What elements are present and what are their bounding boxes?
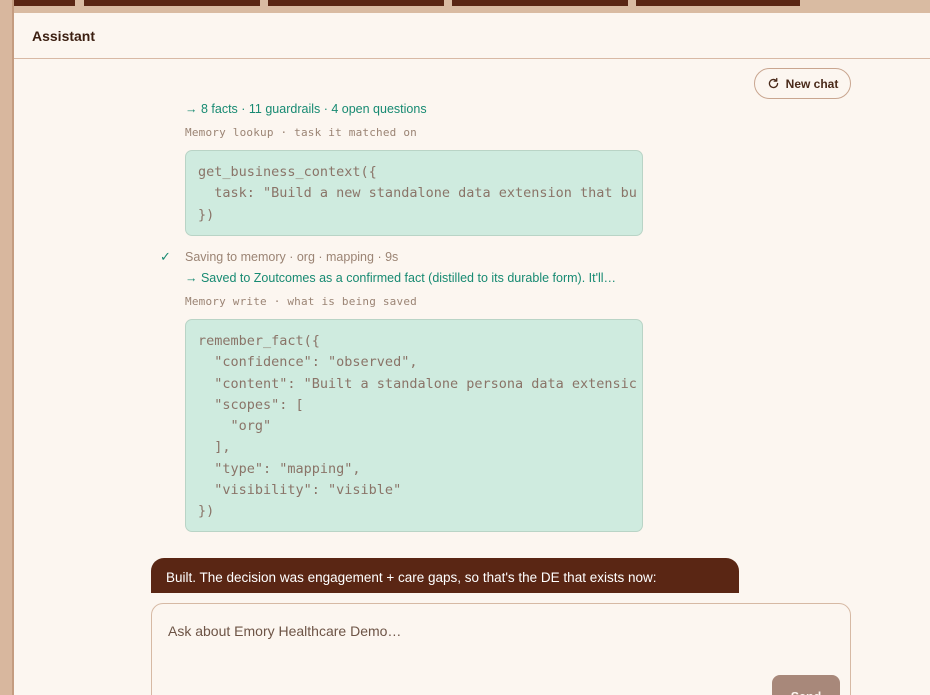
code-line: "confidence": "observed", [198,354,418,371]
save-result: → Saved to Zoutcomes as a confirmed fact… [185,271,617,285]
assistant-panel: Assistant New chat → 8 facts · 11 guardr… [14,13,930,695]
refresh-icon [768,77,778,89]
code-line: }) [198,206,215,223]
code-line: "scopes": [ [198,396,304,413]
code-line: "type": "mapping", [198,460,361,477]
lookup-label: Memory lookup · task it matched on [185,126,417,139]
code-line: remember_fact({ [198,333,320,349]
code-line: "visibility": "visible" [198,482,402,499]
chat-input[interactable] [168,620,808,642]
code-line: "content": "Built a standalone persona d… [198,375,637,392]
top-tab[interactable] [452,0,628,6]
saving-status: Saving to memory · org · mapping · 9s [185,250,399,264]
code-line: "org" [198,418,272,435]
top-tab[interactable] [268,0,444,6]
code-line: task: "Build a new standalone data exten… [198,185,637,202]
lookup-result: → 8 facts · 11 guardrails · 4 open quest… [185,102,427,116]
write-label: Memory write · what is being saved [185,295,417,308]
composer: Send [151,603,851,695]
check-icon: ✓ [160,249,171,264]
panel-header: Assistant [14,13,930,59]
code-line: ], [198,439,231,456]
lookup-code-block: get_business_context({ task: "Build a ne… [185,150,643,236]
send-button[interactable]: Send [772,675,840,695]
top-tab[interactable] [636,0,800,6]
code-line: }) [198,503,215,520]
assistant-reply: Built. The decision was engagement + car… [151,558,739,593]
top-tab[interactable] [84,0,260,6]
new-chat-button[interactable]: New chat [754,68,851,99]
panel-title: Assistant [32,27,96,44]
top-tab-strip [0,0,930,13]
code-line: get_business_context({ [198,164,377,180]
write-code-block: remember_fact({ "confidence": "observed"… [185,319,643,532]
left-rail [0,0,14,695]
new-chat-label: New chat [785,76,839,91]
